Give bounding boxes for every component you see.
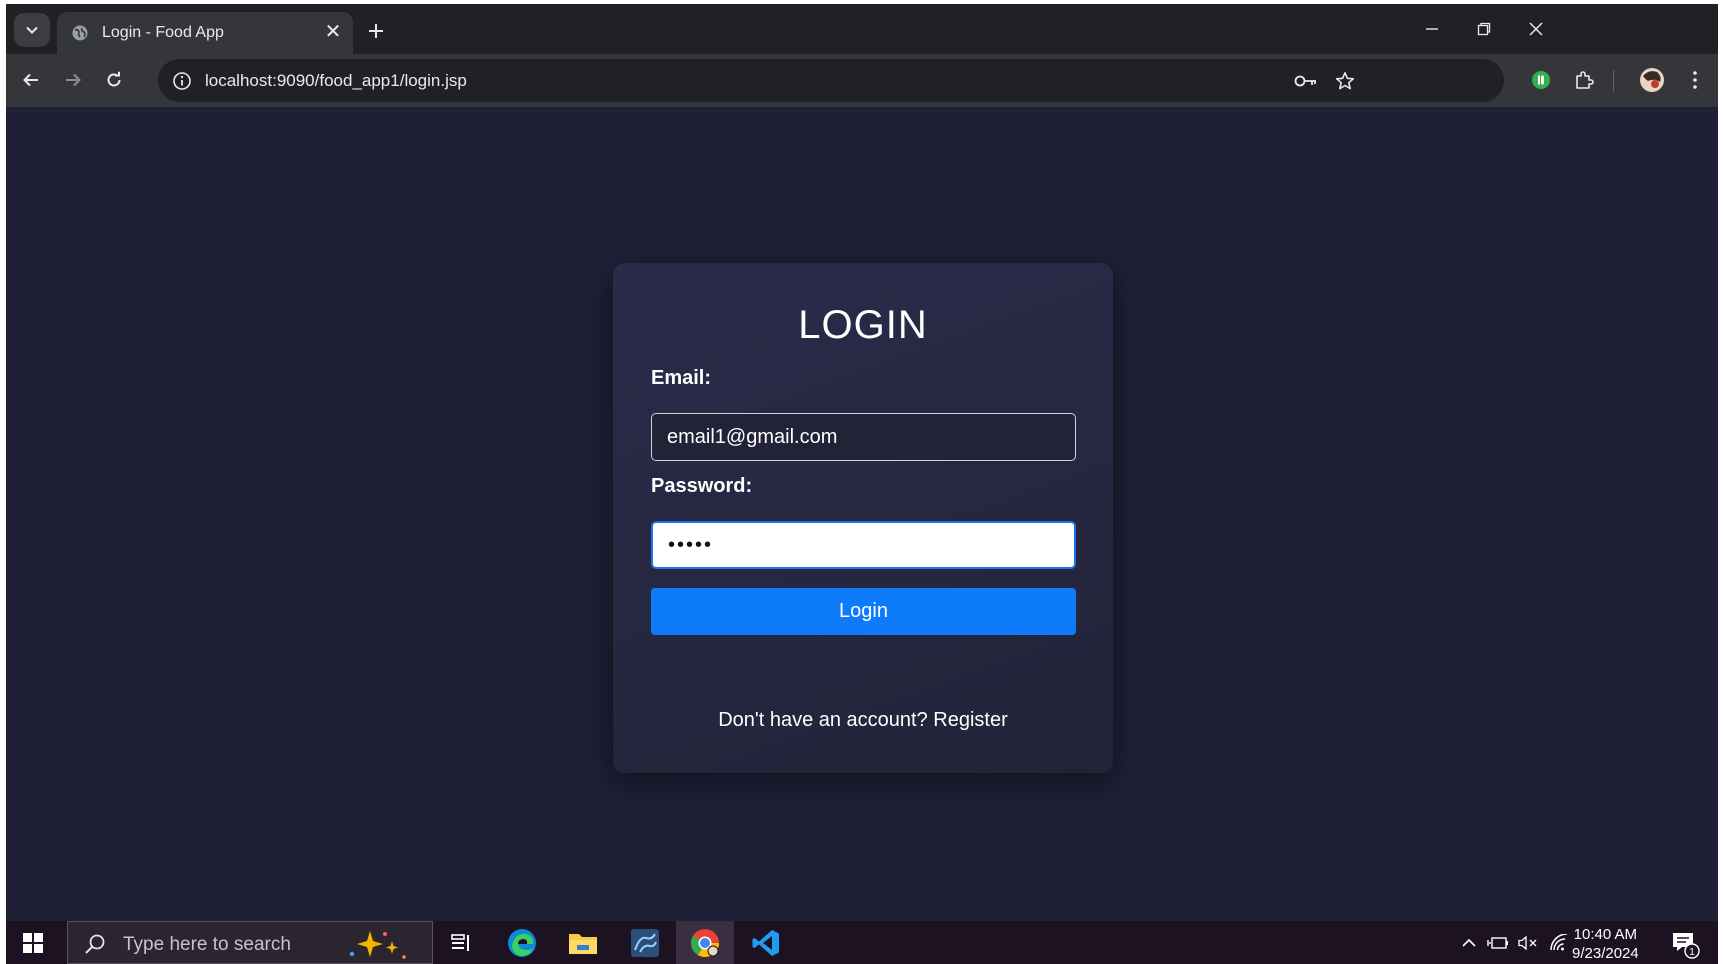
chrome-icon (691, 928, 719, 957)
taskbar-file-explorer[interactable] (554, 921, 612, 964)
password-label: Password: (651, 475, 753, 497)
taskbar-search-placeholder: Type here to search (123, 934, 291, 955)
page-content: LOGIN Email: Password: Login Don't have … (6, 107, 1718, 921)
globe-icon (72, 25, 88, 41)
extension-button[interactable] (1524, 63, 1558, 97)
new-tab-button[interactable] (362, 17, 390, 45)
star-icon (1335, 72, 1355, 90)
plus-icon (369, 24, 383, 38)
reload-button[interactable] (97, 63, 131, 97)
forward-button[interactable] (56, 63, 90, 97)
restore-icon (1477, 22, 1491, 36)
close-icon (1529, 22, 1543, 36)
login-button[interactable]: Login (651, 588, 1076, 635)
tab-login[interactable]: Login - Food App ✕ (57, 12, 353, 54)
close-window-button[interactable] (1516, 12, 1556, 46)
task-view-icon (451, 933, 469, 951)
browser-window: Login - Food App ✕ localhost:9090/food_a… (6, 4, 1718, 964)
browser-toolbar: localhost:9090/food_app1/login.jsp (6, 54, 1718, 107)
tab-close-icon[interactable]: ✕ (323, 22, 343, 42)
key-icon (1294, 75, 1316, 87)
email-label: Email: (651, 367, 712, 389)
tray-wifi-icon[interactable] (1548, 931, 1572, 955)
clock-time: 10:40 AM (1573, 926, 1638, 943)
email-field[interactable] (651, 413, 1076, 461)
windows-logo-icon (23, 932, 43, 953)
toolbar-divider (1613, 70, 1614, 92)
reload-icon (107, 71, 121, 87)
arrow-right-icon (66, 73, 81, 87)
login-card: LOGIN Email: Password: Login Don't have … (613, 263, 1113, 773)
tray-chevron-up-icon[interactable] (1457, 931, 1481, 955)
extension-green-icon (1532, 71, 1550, 89)
extensions-menu-button[interactable] (1567, 63, 1601, 97)
sparkle-icon (349, 931, 406, 959)
info-icon (173, 72, 191, 90)
site-info-button[interactable] (170, 69, 194, 93)
register-prompt: Don't have an account? (718, 709, 928, 731)
windows-taskbar: Type here to search 10:40 AM 9/23/2024 1 (6, 921, 1718, 964)
profile-button[interactable] (1635, 63, 1669, 97)
password-key-button[interactable] (1293, 68, 1319, 94)
arrow-left-icon (23, 73, 38, 87)
search-icon (85, 934, 105, 954)
tray-volume-muted-icon[interactable] (1516, 931, 1540, 955)
taskbar-search-box[interactable]: Type here to search (67, 921, 433, 964)
password-field[interactable] (651, 521, 1076, 569)
taskbar-clock[interactable]: 10:40 AM 9/23/2024 (1572, 925, 1639, 963)
avatar-icon (1640, 68, 1664, 92)
browser-menu-button[interactable] (1678, 63, 1712, 97)
minimize-icon (1426, 28, 1438, 30)
taskbar-mysql-workbench[interactable] (616, 921, 674, 964)
tab-search-button[interactable] (14, 13, 50, 47)
notification-center-button[interactable]: 1 (1670, 929, 1700, 959)
more-vertical-icon (1693, 71, 1697, 89)
taskbar-chrome[interactable] (676, 921, 734, 964)
notification-icon: 1 (1673, 933, 1700, 959)
edge-icon (508, 928, 536, 957)
task-view-button[interactable] (433, 921, 491, 964)
bookmark-button[interactable] (1332, 68, 1358, 94)
taskbar-vscode[interactable] (737, 921, 795, 964)
clock-date: 9/23/2024 (1572, 945, 1639, 962)
taskbar-edge[interactable] (493, 921, 551, 964)
login-title: LOGIN (798, 303, 928, 347)
restore-button[interactable] (1464, 12, 1504, 46)
url-text[interactable]: localhost:9090/food_app1/login.jsp (205, 71, 467, 91)
chevron-down-icon (26, 26, 38, 34)
tab-strip: Login - Food App ✕ (6, 4, 1718, 54)
puzzle-icon (1576, 71, 1594, 89)
tray-battery-icon[interactable] (1486, 931, 1510, 955)
notification-count: 1 (1689, 947, 1695, 958)
vscode-icon (752, 929, 779, 956)
register-row: Don't have an account? Register (613, 709, 1113, 732)
back-button[interactable] (14, 63, 48, 97)
minimize-button[interactable] (1412, 12, 1452, 46)
database-app-icon (631, 928, 659, 957)
start-button[interactable] (6, 921, 60, 964)
address-bar[interactable]: localhost:9090/food_app1/login.jsp (158, 59, 1504, 102)
folder-icon (569, 933, 597, 954)
tab-title: Login - Food App (102, 24, 224, 41)
register-link[interactable]: Register (933, 709, 1007, 731)
